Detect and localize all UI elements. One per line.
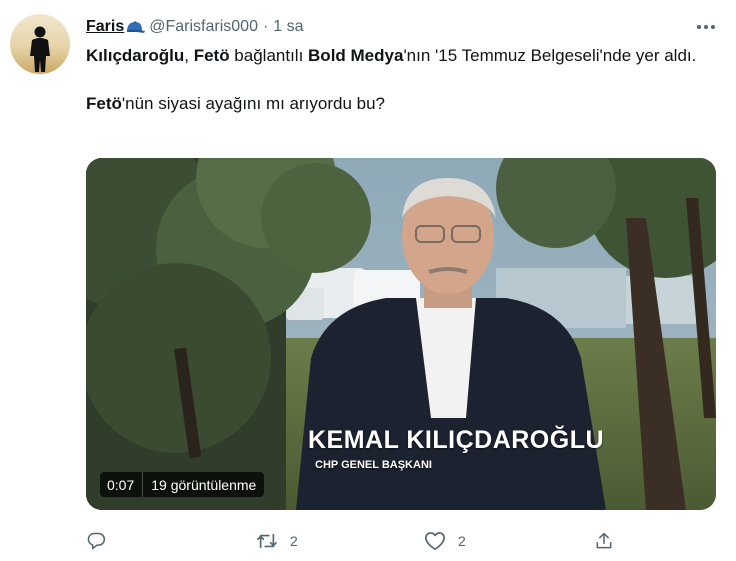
retweet-icon [256,531,278,551]
view-count: 19 görüntülenme [142,472,264,497]
video-player[interactable]: KEMAL KILIÇDAROĞLU CHP GENEL BAŞKANI 0:0… [86,158,716,510]
share-button[interactable] [594,526,626,556]
video-duration: 0:07 [107,476,135,493]
retweet-button[interactable]: 2 [256,526,298,556]
separator-dot: · [262,18,269,35]
reply-button[interactable] [86,526,118,556]
share-icon [594,531,614,551]
retweet-count: 2 [290,533,298,549]
like-count: 2 [458,533,466,549]
video-frame [86,158,716,510]
name-caption: KEMAL KILIÇDAROĞLU [308,426,605,454]
video-info-pill: 0:07 19 görüntülenme [100,472,265,497]
heart-icon [424,531,446,551]
user-handle[interactable]: @Farisfaris000 [149,18,258,36]
more-dots-icon[interactable] [692,14,720,40]
text-run: 'nün siyasi ayağını mı arıyordu bu? [121,94,386,113]
tweet-paragraph-1: Kılıçdaroğlu, Fetö bağlantılı Bold Medya… [86,44,722,68]
display-name[interactable]: Faris [86,18,124,36]
tweet-text: Kılıçdaroğlu, Fetö bağlantılı Bold Medya… [86,44,722,116]
tweet[interactable]: Faris @Farisfaris000 · 1 sa Kılıçdaroğlu… [0,0,736,561]
text-run: 'nın '15 Temmuz Belgeseli'nde yer aldı. [403,46,697,65]
bold-text: Kılıçdaroğlu [86,46,185,65]
tweet-timestamp[interactable]: 1 sa [273,18,303,36]
reply-icon [86,531,106,551]
bold-text: Bold Medya [308,46,404,65]
text-run: , [184,46,194,65]
bold-text: Fetö [193,46,230,65]
person-silhouette-avatar[interactable] [10,14,70,74]
tweet-header: Faris @Farisfaris000 · 1 sa [86,16,304,38]
action-bar: 2 2 [86,526,716,556]
blue-cap-emoji-icon [125,19,146,35]
like-button[interactable]: 2 [424,526,466,556]
bold-text: Fetö [86,94,122,113]
title-caption: CHP GENEL BAŞKANI [315,459,432,471]
tweet-paragraph-2: Fetö'nün siyasi ayağını mı arıyordu bu? [86,92,722,116]
text-run: bağlantılı [229,46,309,65]
